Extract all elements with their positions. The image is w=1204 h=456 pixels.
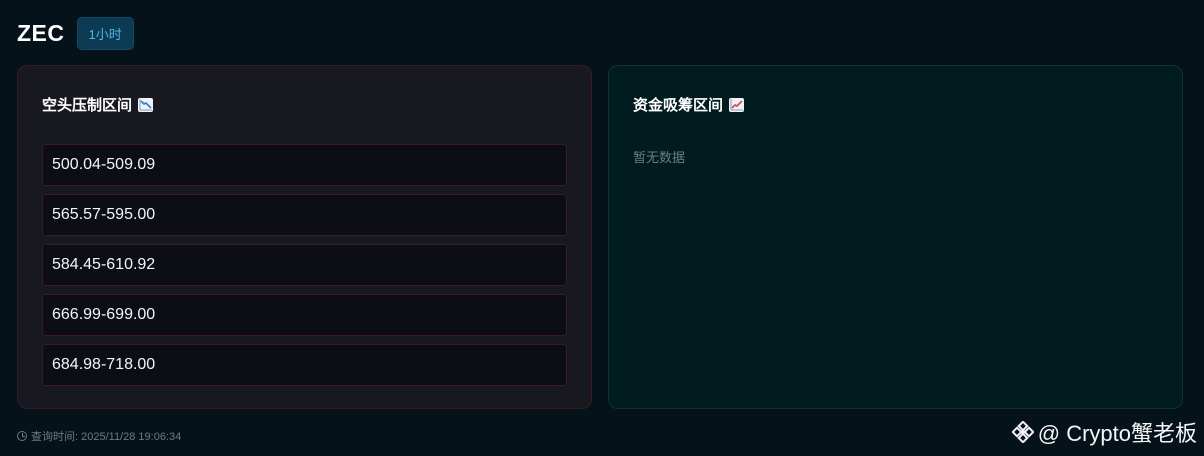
watermark-text: @ Crypto蟹老板: [1037, 421, 1197, 446]
query-time-text: 查询时间: 2025/11/28 19:06:34: [31, 431, 182, 443]
zone-row[interactable]: 666.99-699.00: [42, 294, 567, 336]
accumulation-panel: 资金吸筹区间 暂无数据: [608, 65, 1183, 409]
empty-state-text: 暂无数据: [633, 150, 686, 165]
chart-decreasing-icon: [138, 97, 154, 112]
short-pressure-title-label: 空头压制区间: [42, 97, 133, 114]
accumulation-title: 资金吸筹区间: [633, 94, 745, 115]
short-pressure-title: 空头压制区间: [42, 94, 154, 115]
zone-row[interactable]: 684.98-718.00: [42, 344, 567, 386]
query-time-footer: 查询时间: 2025/11/28 19:06:34: [17, 428, 181, 444]
zone-row[interactable]: 584.45-610.92: [42, 244, 567, 286]
timeframe-badge[interactable]: 1小时: [76, 16, 134, 50]
binance-logo-icon: [1011, 421, 1034, 443]
chart-increasing-icon: [729, 97, 745, 112]
watermark: @ Crypto蟹老板: [1011, 416, 1197, 448]
zone-row[interactable]: 565.57-595.00: [42, 194, 567, 236]
header: ZEC 1小时: [17, 16, 134, 50]
short-zone-list: 500.04-509.09 565.57-595.00 584.45-610.9…: [42, 144, 567, 394]
symbol-title: ZEC: [17, 19, 65, 46]
accumulation-title-label: 资金吸筹区间: [633, 97, 724, 114]
short-pressure-panel: 空头压制区间 500.04-509.09 565.57-595.00 584.4…: [17, 65, 592, 409]
clock-icon: [17, 431, 27, 441]
zone-row[interactable]: 500.04-509.09: [42, 144, 567, 186]
